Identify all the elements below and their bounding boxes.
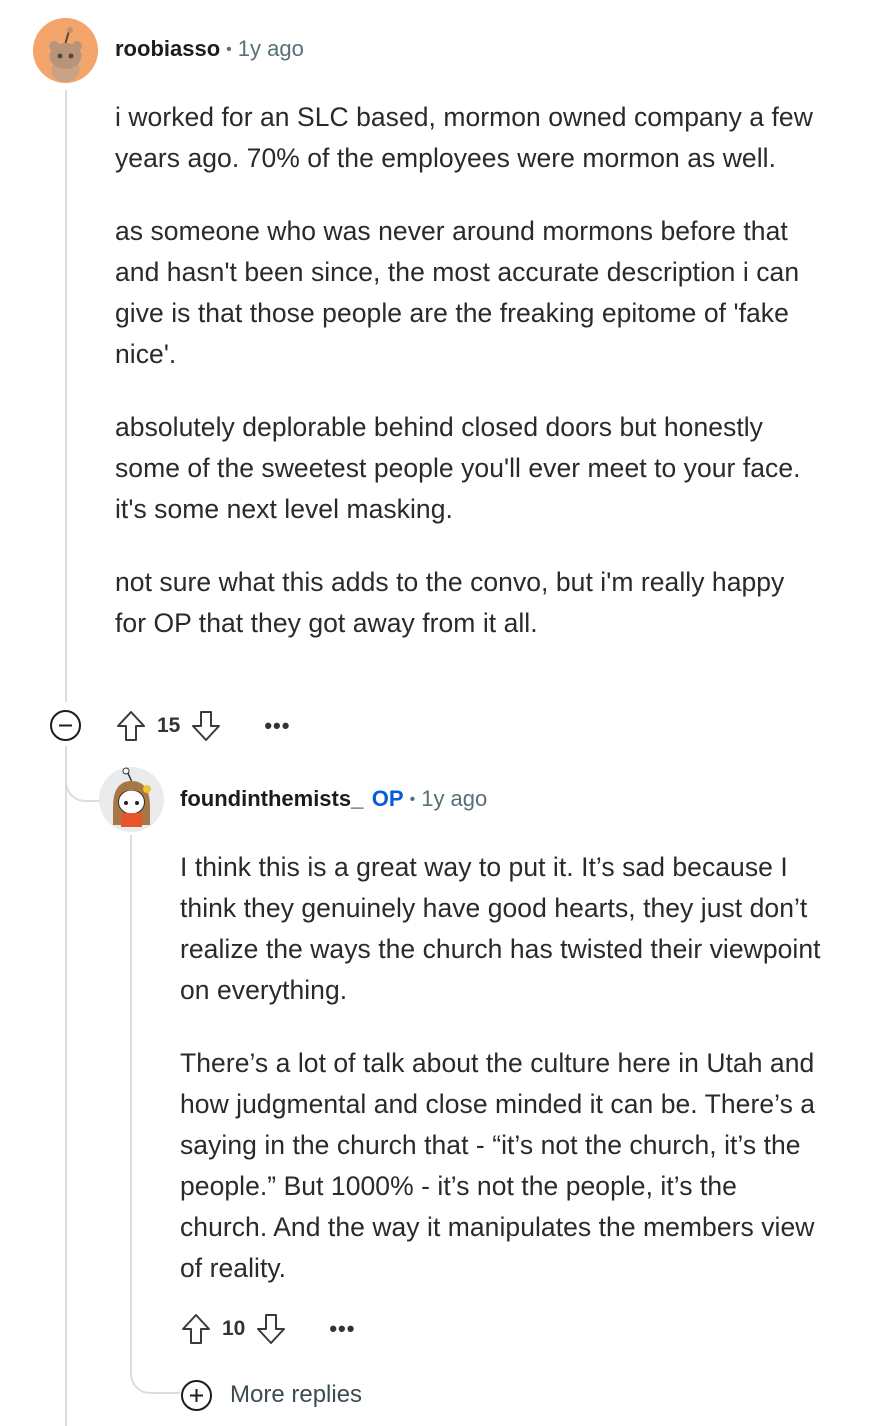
timestamp[interactable]: 1y ago [238,36,304,61]
upvote-arrow-icon [182,1314,210,1344]
comment-header: roobiasso • 1y ago [115,36,304,62]
separator-dot: • [226,41,232,58]
avatar[interactable] [99,767,164,832]
username[interactable]: roobiasso [115,36,220,61]
more-options-button[interactable]: ••• [329,1316,355,1342]
thread-connector-reply [65,746,101,802]
vote-count: 15 [157,714,181,737]
collapse-button[interactable] [49,709,82,742]
reply-header: foundinthemists_ OP • 1y ago [180,786,487,812]
collapse-minus-icon [50,710,81,741]
comment-paragraph: i worked for an SLC based, mormon owned … [115,102,813,173]
reply-body: I think this is a great way to put it. I… [180,847,830,1289]
op-badge: OP [371,786,404,811]
avatar[interactable] [33,18,98,83]
downvote-arrow-icon [257,1314,286,1344]
vote-count: 10 [222,1317,246,1340]
username[interactable]: foundinthemists_ [180,786,363,811]
more-replies-label: More replies [230,1381,363,1408]
reply-paragraph: There’s a lot of talk about the culture … [180,1048,816,1283]
thread-line-main-lower [65,746,67,1426]
plus-circle-icon [181,1379,212,1411]
comment-actions: 15 ••• [115,708,290,744]
downvote-arrow-icon [192,711,221,741]
reply-actions: 10 ••• [180,1311,355,1347]
more-replies-button[interactable]: More replies [180,1377,362,1413]
upvote-button[interactable] [115,709,147,743]
thread-line-main [65,90,67,702]
more-options-button[interactable]: ••• [264,713,290,739]
upvote-arrow-icon [117,711,145,741]
upvote-button[interactable] [180,1312,212,1346]
comment-paragraph: not sure what this adds to the convo, bu… [115,567,785,638]
separator-dot: • [409,791,416,808]
comment-paragraph: as someone who was never around mormons … [115,216,800,369]
thread-line-reply [130,835,132,1355]
thread-connector-more-replies [130,1352,180,1394]
snoo-avatar-icon [33,18,98,83]
timestamp[interactable]: 1y ago [421,786,487,811]
comment-body: i worked for an SLC based, mormon owned … [115,97,815,644]
downvote-button[interactable] [255,1312,287,1346]
reply-paragraph: I think this is a great way to put it. I… [180,852,821,1005]
snoo-avatar-icon [99,767,164,832]
comment-paragraph: absolutely deplorable behind closed door… [115,412,801,524]
downvote-button[interactable] [190,709,222,743]
